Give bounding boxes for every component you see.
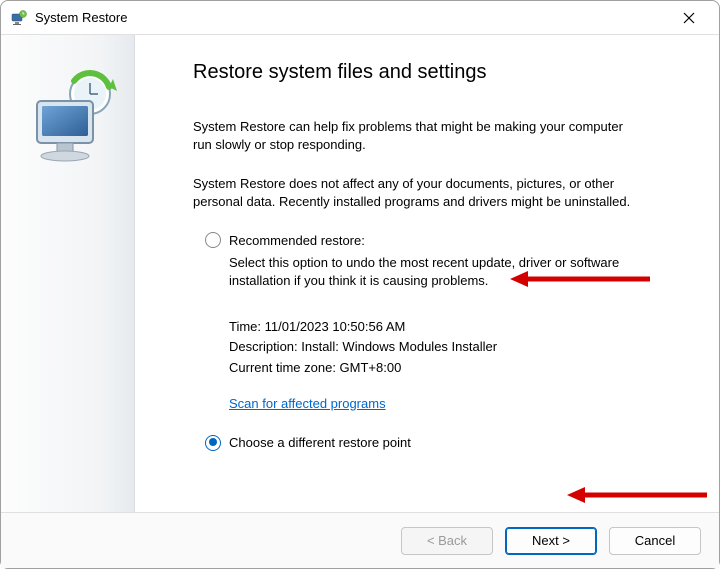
window-title: System Restore: [35, 10, 127, 25]
page-heading: Restore system files and settings: [193, 61, 679, 84]
radio-option-different[interactable]: Choose a different restore point: [205, 435, 679, 451]
app-icon: [11, 10, 27, 26]
intro-paragraph-2: System Restore does not affect any of yo…: [193, 175, 633, 210]
radio-icon: [205, 232, 221, 248]
restore-point-details: Time: 11/01/2023 10:50:56 AM Description…: [229, 317, 679, 377]
radio-label-recommended: Recommended restore:: [229, 233, 365, 248]
titlebar: System Restore: [1, 1, 719, 35]
radio-icon: [205, 435, 221, 451]
detail-timezone: Current time zone: GMT+8:00: [229, 358, 679, 378]
annotation-arrow-icon: [567, 485, 707, 505]
sidebar-image-panel: [1, 35, 135, 512]
intro-paragraph-1: System Restore can help fix problems tha…: [193, 118, 633, 153]
recommended-description: Select this option to undo the most rece…: [229, 254, 629, 289]
close-button[interactable]: [669, 6, 709, 30]
detail-time: Time: 11/01/2023 10:50:56 AM: [229, 317, 679, 337]
button-footer: < Back Next > Cancel: [1, 512, 719, 568]
next-button[interactable]: Next >: [505, 527, 597, 555]
radio-label-different: Choose a different restore point: [229, 435, 411, 450]
restore-options-radiogroup: Recommended restore: Select this option …: [205, 232, 679, 451]
cancel-button[interactable]: Cancel: [609, 527, 701, 555]
restore-large-icon: [27, 69, 119, 172]
detail-description: Description: Install: Windows Modules In…: [229, 337, 679, 357]
system-restore-window: System Restore: [0, 0, 720, 569]
radio-option-recommended[interactable]: Recommended restore:: [205, 232, 679, 248]
content-panel: Restore system files and settings System…: [135, 35, 719, 512]
scan-affected-programs-link[interactable]: Scan for affected programs: [229, 396, 386, 411]
dialog-body: Restore system files and settings System…: [1, 35, 719, 512]
back-button: < Back: [401, 527, 493, 555]
